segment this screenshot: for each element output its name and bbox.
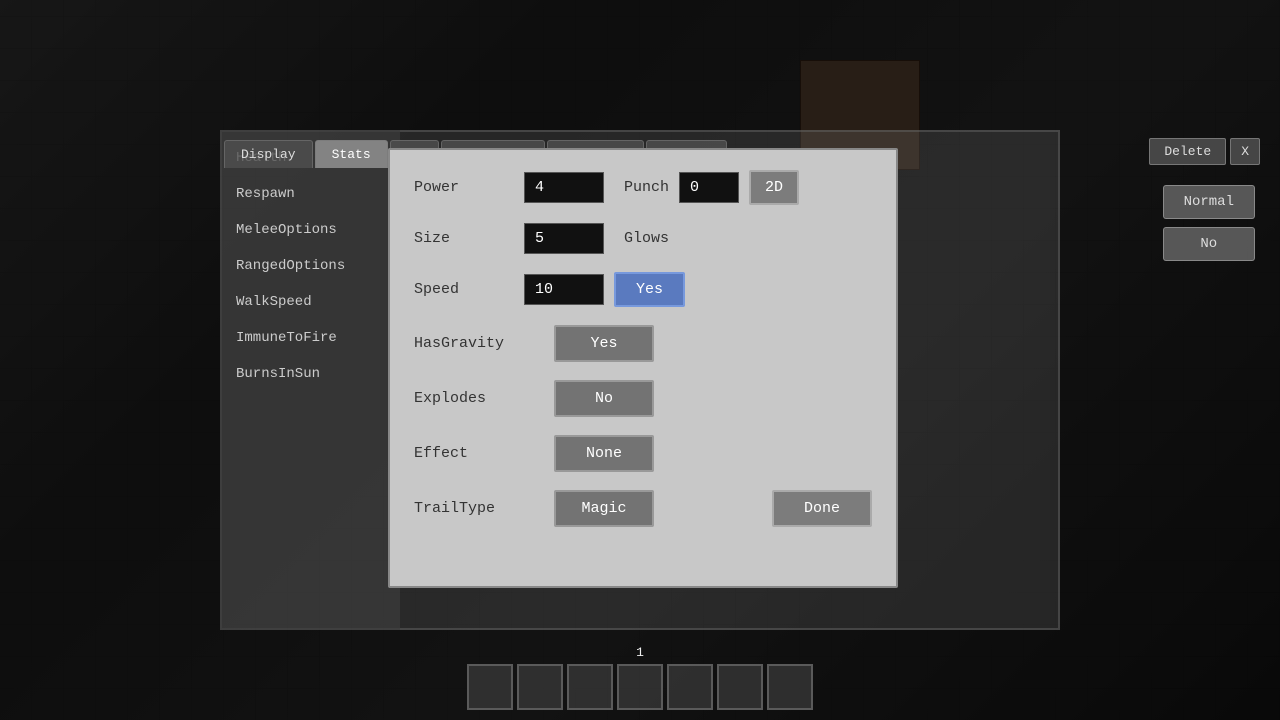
close-button[interactable]: X [1230, 138, 1260, 165]
explodes-label: Explodes [414, 390, 544, 407]
size-label: Size [414, 230, 514, 247]
hotbar-slot-4[interactable] [617, 664, 663, 710]
trailtype-button[interactable]: Magic [554, 490, 654, 527]
dialog-row-effect: Effect None [414, 435, 872, 472]
power-input[interactable] [524, 172, 604, 203]
hotbar-slot-6[interactable] [717, 664, 763, 710]
sidebar-item-immunetofire[interactable]: ImmuneToFire [220, 320, 400, 356]
sidebar: Health Respawn MeleeOptions RangedOption… [220, 130, 400, 630]
punch-input[interactable] [679, 172, 739, 203]
dialog: Power Punch 2D Size Glows Speed Yes HasG… [388, 148, 898, 588]
explodes-button[interactable]: No [554, 380, 654, 417]
size-input[interactable] [524, 223, 604, 254]
dialog-row-size: Size Glows [414, 223, 872, 254]
dialog-row-trailtype: TrailType Magic Done [414, 490, 872, 527]
hasgravity-button[interactable]: Yes [554, 325, 654, 362]
hotbar-slot-1[interactable] [467, 664, 513, 710]
power-label: Power [414, 179, 514, 196]
speed-glows-yes-button[interactable]: Yes [614, 272, 685, 307]
done-button[interactable]: Done [772, 490, 872, 527]
punch-label: Punch [624, 179, 669, 196]
right-panel-buttons: Normal No [1163, 185, 1255, 261]
hotbar-number: 1 [636, 645, 644, 660]
2d-button[interactable]: 2D [749, 170, 799, 205]
tab-display[interactable]: Display [224, 140, 313, 168]
sidebar-item-burnsinsun[interactable]: BurnsInSun [220, 356, 400, 392]
tab-stats[interactable]: Stats [315, 140, 388, 168]
glows-label: Glows [624, 230, 669, 247]
sidebar-item-rangedoptions[interactable]: RangedOptions [220, 248, 400, 284]
trailtype-label: TrailType [414, 500, 544, 517]
dialog-row-power: Power Punch 2D [414, 170, 872, 205]
hotbar-slot-7[interactable] [767, 664, 813, 710]
effect-button[interactable]: None [554, 435, 654, 472]
normal-button[interactable]: Normal [1163, 185, 1255, 219]
dialog-row-speed: Speed Yes [414, 272, 872, 307]
sidebar-item-respawn[interactable]: Respawn [220, 176, 400, 212]
hotbar [467, 664, 813, 710]
speed-label: Speed [414, 281, 514, 298]
sidebar-item-meleeoptions[interactable]: MeleeOptions [220, 212, 400, 248]
hotbar-slot-5[interactable] [667, 664, 713, 710]
speed-input[interactable] [524, 274, 604, 305]
hotbar-slot-2[interactable] [517, 664, 563, 710]
effect-label: Effect [414, 445, 544, 462]
top-right-buttons: Delete X [1149, 138, 1260, 165]
dialog-row-hasgravity: HasGravity Yes [414, 325, 872, 362]
delete-button[interactable]: Delete [1149, 138, 1226, 165]
hotbar-slot-3[interactable] [567, 664, 613, 710]
no-right-button[interactable]: No [1163, 227, 1255, 261]
dialog-row-explodes: Explodes No [414, 380, 872, 417]
hasgravity-label: HasGravity [414, 335, 544, 352]
sidebar-item-walkspeed[interactable]: WalkSpeed [220, 284, 400, 320]
